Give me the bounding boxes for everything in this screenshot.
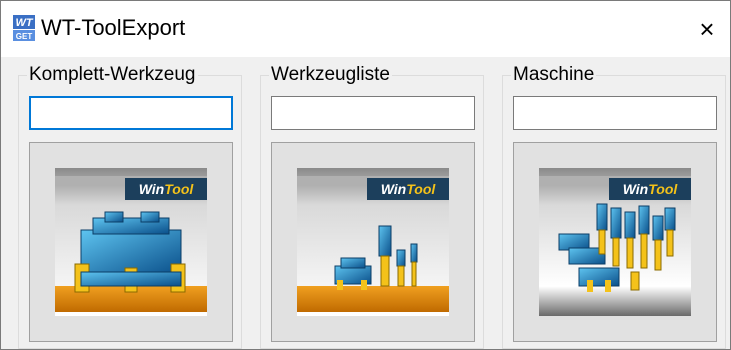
complete-tool-button[interactable]: WinTool — [29, 142, 233, 342]
group-machine: Maschine WinTool — [502, 64, 726, 349]
svg-text:WT: WT — [15, 17, 33, 29]
close-icon: × — [699, 13, 715, 44]
complete-tool-image: WinTool — [55, 168, 207, 316]
group-tool-list: Werkzeugliste WinTool — [260, 64, 484, 349]
title-bar: WT GET WT-ToolExport × — [1, 1, 730, 57]
svg-text:WinTool: WinTool — [623, 181, 679, 197]
machine-input[interactable] — [513, 96, 717, 130]
svg-text:GET: GET — [16, 32, 33, 41]
tool-list-button[interactable]: WinTool — [271, 142, 475, 342]
export-window: WT GET WT-ToolExport × Komplett-Werkzeug — [0, 0, 731, 350]
machine-image: WinTool — [539, 168, 691, 316]
group-label-complete-tool: Komplett-Werkzeug — [27, 64, 198, 86]
close-button[interactable]: × — [684, 1, 730, 57]
content-area: Komplett-Werkzeug WinTool Werkzeugliste … — [1, 57, 730, 349]
window-title: WT-ToolExport — [41, 15, 186, 40]
svg-text:WinTool: WinTool — [139, 181, 195, 197]
machine-button[interactable]: WinTool — [513, 142, 717, 342]
complete-tool-input[interactable] — [29, 96, 233, 130]
group-label-tool-list: Werkzeugliste — [269, 64, 392, 86]
tool-list-image: WinTool — [297, 168, 449, 316]
wt-get-app-icon: WT GET — [13, 15, 35, 41]
group-label-machine: Maschine — [511, 64, 597, 86]
tool-list-input[interactable] — [271, 96, 475, 130]
svg-text:WinTool: WinTool — [381, 181, 437, 197]
group-complete-tool: Komplett-Werkzeug WinTool — [18, 64, 242, 349]
